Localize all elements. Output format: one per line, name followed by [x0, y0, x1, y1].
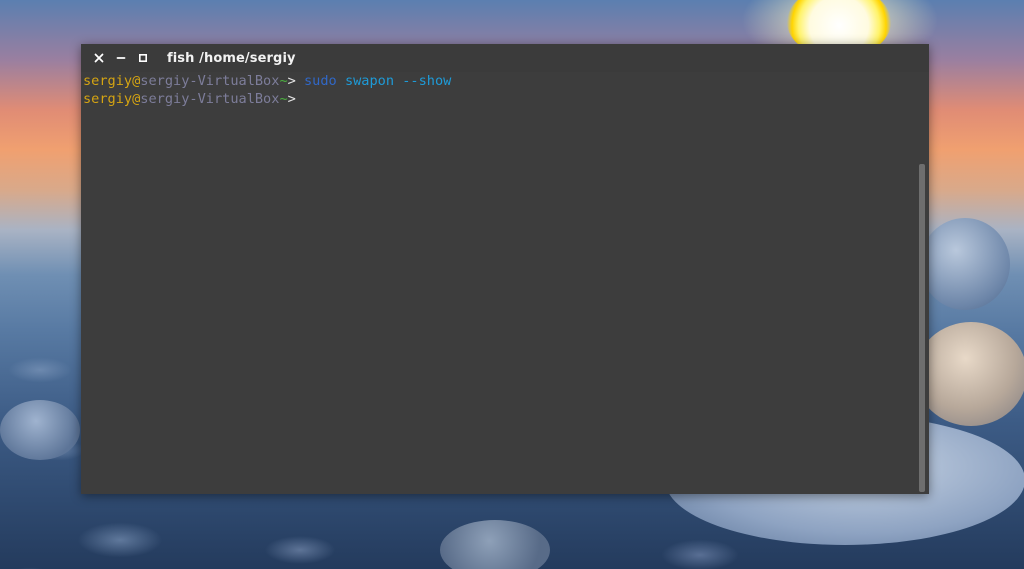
command-name: sudo: [304, 73, 337, 89]
prompt-symbol: >: [287, 91, 296, 107]
close-button[interactable]: [91, 50, 107, 66]
close-icon: [94, 53, 104, 63]
terminal-line: sergiy@sergiy-VirtualBox~>: [83, 90, 913, 108]
wallpaper-rock: [920, 218, 1010, 310]
minimize-button[interactable]: [113, 50, 129, 66]
terminal-output[interactable]: sergiy@sergiy-VirtualBox~> sudo swapon -…: [81, 72, 915, 494]
command-argument: swapon: [344, 73, 395, 89]
prompt-path: ~: [279, 91, 288, 107]
window-title: fish /home/sergiy: [167, 50, 296, 66]
maximize-icon: [138, 53, 148, 63]
prompt-host: sergiy-VirtualBox: [140, 73, 280, 89]
terminal-line: sergiy@sergiy-VirtualBox~> sudo swapon -…: [83, 72, 913, 90]
command-option: --show: [402, 73, 452, 89]
minimize-icon: [116, 57, 126, 59]
maximize-button[interactable]: [135, 50, 151, 66]
wallpaper-rock: [915, 322, 1024, 426]
prompt-path: ~: [279, 73, 288, 89]
window-titlebar[interactable]: fish /home/sergiy: [81, 44, 929, 72]
prompt-symbol: >: [287, 73, 304, 89]
prompt-user: sergiy: [83, 73, 133, 89]
desktop-wallpaper: fish /home/sergiy sergiy@sergiy-VirtualB…: [0, 0, 1024, 569]
terminal-scrollbar[interactable]: [917, 72, 927, 492]
wallpaper-rock: [0, 400, 80, 460]
scrollbar-thumb[interactable]: [919, 164, 925, 492]
prompt-host: sergiy-VirtualBox: [140, 91, 280, 107]
prompt-user: sergiy: [83, 91, 133, 107]
terminal-window[interactable]: fish /home/sergiy sergiy@sergiy-VirtualB…: [81, 44, 929, 494]
